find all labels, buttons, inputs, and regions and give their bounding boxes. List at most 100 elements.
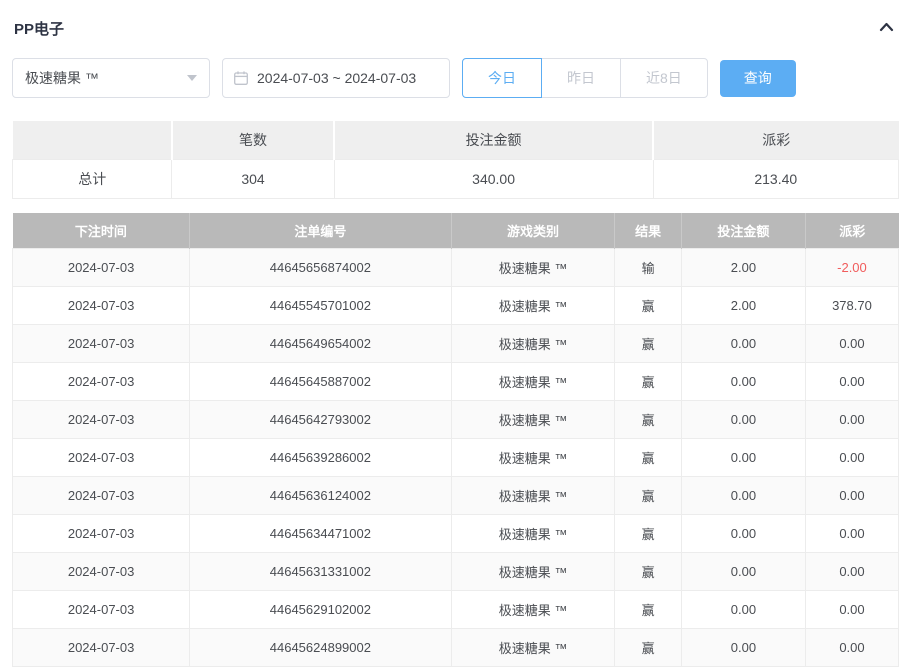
cell-payout: 0.00 [805, 515, 898, 553]
cell-bet-amount: 0.00 [681, 439, 805, 477]
summary-header-row: 笔数 投注金额 派彩 [13, 121, 899, 159]
table-row: 2024-07-0344645645887002极速糖果 ™赢0.000.00 [13, 363, 899, 401]
summary-header-bet-amount: 投注金额 [334, 121, 653, 159]
cell-order-id: 44645631331002 [190, 553, 451, 591]
cell-result: 赢 [615, 439, 681, 477]
cell-result: 输 [615, 249, 681, 287]
cell-bet-time: 2024-07-03 [13, 401, 190, 439]
cell-payout: 378.70 [805, 287, 898, 325]
caret-down-icon [187, 75, 197, 81]
table-row: 2024-07-0344645649654002极速糖果 ™赢0.000.00 [13, 325, 899, 363]
cell-order-id: 44645624899002 [190, 629, 451, 667]
calendar-icon [233, 70, 249, 86]
table-row: 2024-07-0344645629102002极速糖果 ™赢0.000.00 [13, 591, 899, 629]
cell-result: 赢 [615, 401, 681, 439]
cell-bet-amount: 2.00 [681, 249, 805, 287]
table-row: 2024-07-0344645642793002极速糖果 ™赢0.000.00 [13, 401, 899, 439]
cell-bet-time: 2024-07-03 [13, 477, 190, 515]
cell-bet-time: 2024-07-03 [13, 591, 190, 629]
cell-payout: -2.00 [805, 249, 898, 287]
cell-payout: 0.00 [805, 477, 898, 515]
quick-range-group: 今日昨日近8日 [462, 58, 708, 98]
page-title: PP电子 [14, 18, 64, 39]
table-row: 2024-07-0344645656874002极速糖果 ™输2.00-2.00 [13, 249, 899, 287]
quick-range-button-0[interactable]: 今日 [462, 58, 542, 98]
cell-bet-amount: 0.00 [681, 515, 805, 553]
cell-bet-time: 2024-07-03 [13, 439, 190, 477]
cell-result: 赢 [615, 629, 681, 667]
cell-order-id: 44645649654002 [190, 325, 451, 363]
bet-header-payout: 派彩 [805, 213, 898, 249]
cell-result: 赢 [615, 287, 681, 325]
filter-toolbar: 极速糖果 ™ 2024-07-03 ~ 2024-07-03 今日昨日近8日 查… [12, 58, 899, 98]
cell-result: 赢 [615, 591, 681, 629]
pp-games-panel: PP电子 极速糖果 ™ 2024-07-03 ~ 2024 [0, 0, 911, 667]
bet-header-game-type: 游戏类别 [451, 213, 615, 249]
cell-payout: 0.00 [805, 325, 898, 363]
cell-game-type: 极速糖果 ™ [451, 287, 615, 325]
cell-order-id: 44645642793002 [190, 401, 451, 439]
cell-order-id: 44645634471002 [190, 515, 451, 553]
cell-payout: 0.00 [805, 439, 898, 477]
summary-total-row: 总计 304 340.00 213.40 [13, 159, 899, 198]
table-row: 2024-07-0344645634471002极速糖果 ™赢0.000.00 [13, 515, 899, 553]
bet-header-bet-time: 下注时间 [13, 213, 190, 249]
table-row: 2024-07-0344645545701002极速糖果 ™赢2.00378.7… [13, 287, 899, 325]
cell-bet-time: 2024-07-03 [13, 629, 190, 667]
bet-records-table: 下注时间注单编号游戏类别结果投注金额派彩 2024-07-03446456568… [12, 213, 899, 667]
cell-bet-time: 2024-07-03 [13, 287, 190, 325]
cell-game-type: 极速糖果 ™ [451, 363, 615, 401]
cell-result: 赢 [615, 553, 681, 591]
summary-total-label: 总计 [13, 159, 172, 198]
cell-payout: 0.00 [805, 553, 898, 591]
bet-table-body: 2024-07-0344645656874002极速糖果 ™输2.00-2.00… [13, 249, 899, 667]
cell-bet-amount: 0.00 [681, 401, 805, 439]
summary-header-blank [13, 121, 172, 159]
cell-bet-amount: 0.00 [681, 363, 805, 401]
game-select[interactable]: 极速糖果 ™ [12, 58, 210, 98]
cell-game-type: 极速糖果 ™ [451, 249, 615, 287]
cell-order-id: 44645645887002 [190, 363, 451, 401]
cell-bet-time: 2024-07-03 [13, 249, 190, 287]
cell-game-type: 极速糖果 ™ [451, 325, 615, 363]
cell-order-id: 44645656874002 [190, 249, 451, 287]
cell-bet-amount: 0.00 [681, 553, 805, 591]
cell-order-id: 44645639286002 [190, 439, 451, 477]
cell-bet-time: 2024-07-03 [13, 515, 190, 553]
table-row: 2024-07-0344645624899002极速糖果 ™赢0.000.00 [13, 629, 899, 667]
table-row: 2024-07-0344645636124002极速糖果 ™赢0.000.00 [13, 477, 899, 515]
cell-order-id: 44645545701002 [190, 287, 451, 325]
search-button[interactable]: 查询 [720, 60, 796, 97]
date-range-picker[interactable]: 2024-07-03 ~ 2024-07-03 [222, 58, 450, 98]
cell-payout: 0.00 [805, 401, 898, 439]
cell-game-type: 极速糖果 ™ [451, 553, 615, 591]
bet-header-order-id: 注单编号 [190, 213, 451, 249]
cell-game-type: 极速糖果 ™ [451, 515, 615, 553]
cell-game-type: 极速糖果 ™ [451, 477, 615, 515]
cell-payout: 0.00 [805, 629, 898, 667]
summary-header-payout: 派彩 [653, 121, 898, 159]
cell-bet-amount: 0.00 [681, 477, 805, 515]
bet-table-header-row: 下注时间注单编号游戏类别结果投注金额派彩 [13, 213, 899, 249]
chevron-up-icon [878, 20, 895, 37]
cell-result: 赢 [615, 477, 681, 515]
cell-game-type: 极速糖果 ™ [451, 591, 615, 629]
cell-game-type: 极速糖果 ™ [451, 629, 615, 667]
quick-range-button-1[interactable]: 昨日 [541, 58, 621, 98]
cell-bet-amount: 2.00 [681, 287, 805, 325]
cell-bet-time: 2024-07-03 [13, 325, 190, 363]
cell-bet-time: 2024-07-03 [13, 363, 190, 401]
collapse-panel-button[interactable] [878, 20, 895, 37]
cell-order-id: 44645629102002 [190, 591, 451, 629]
cell-result: 赢 [615, 515, 681, 553]
panel-header: PP电子 [12, 0, 899, 38]
cell-game-type: 极速糖果 ™ [451, 439, 615, 477]
quick-range-button-2[interactable]: 近8日 [620, 58, 708, 98]
summary-header-count: 笔数 [172, 121, 334, 159]
cell-game-type: 极速糖果 ™ [451, 401, 615, 439]
cell-result: 赢 [615, 325, 681, 363]
cell-payout: 0.00 [805, 591, 898, 629]
date-range-value: 2024-07-03 ~ 2024-07-03 [257, 70, 416, 86]
summary-table: 笔数 投注金额 派彩 总计 304 340.00 213.40 [12, 121, 899, 199]
summary-total-bet-amount: 340.00 [334, 159, 653, 198]
